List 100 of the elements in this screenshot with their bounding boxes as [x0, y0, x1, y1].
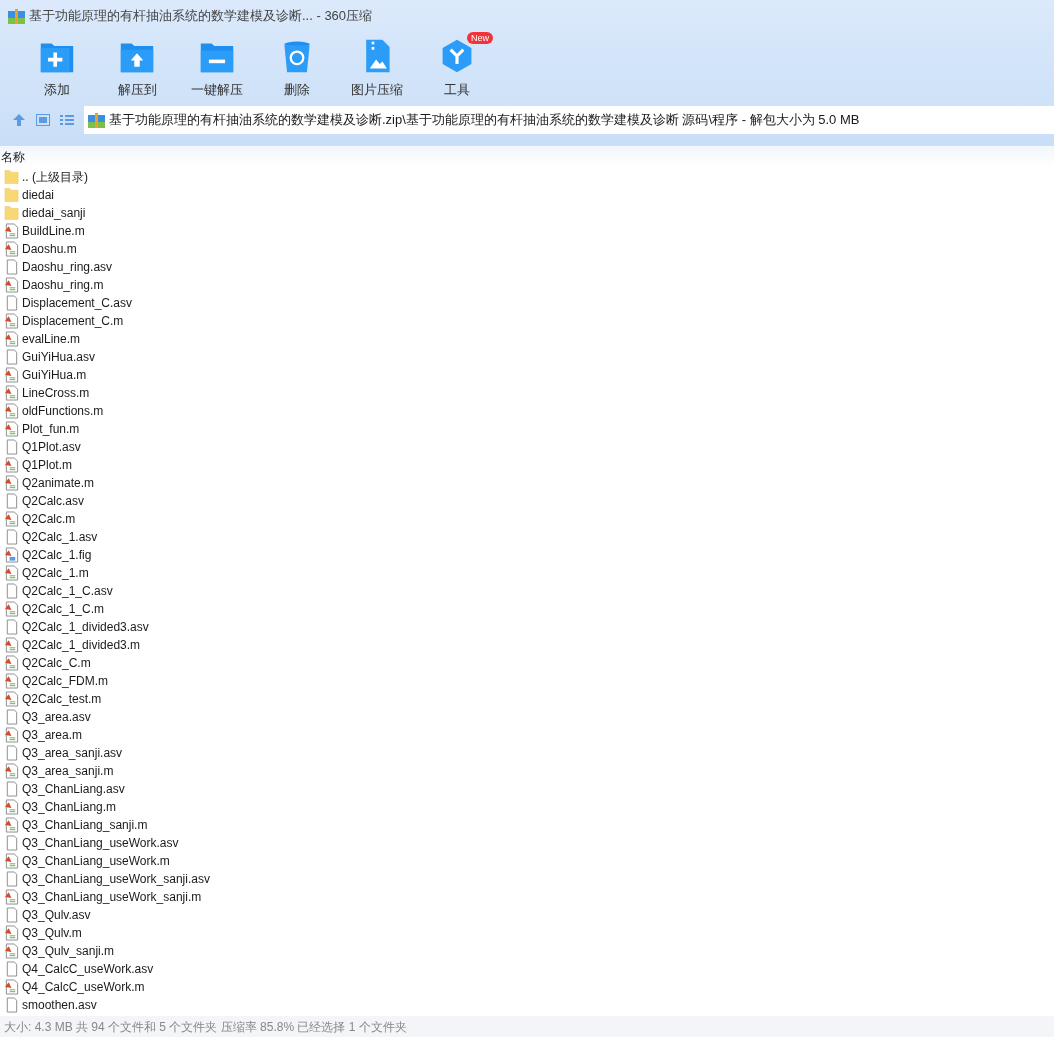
archive-icon [88, 112, 105, 128]
matlab-file-icon [4, 403, 19, 419]
window-title: 基于功能原理的有杆抽油系统的数学建模及诊断... - 360压缩 [29, 7, 373, 26]
address-bar[interactable]: 基于功能原理的有杆抽油系统的数学建模及诊断.zip\基于功能原理的有杆抽油系统的数学建模及诊断 源码\程序 - 解包大小为 5.0 MB [84, 106, 1054, 134]
up-arrow-icon[interactable] [12, 113, 26, 127]
file-name[interactable]: diedai_sanji [22, 204, 86, 222]
matlab-file-icon [4, 817, 19, 833]
blank-file-icon [4, 997, 19, 1013]
matlab-file-icon [4, 241, 19, 257]
blank-file-icon [4, 871, 19, 887]
file-name[interactable]: oldFunctions.m [22, 402, 104, 420]
file-name[interactable]: Q2Calc_1.asv [22, 528, 98, 546]
file-name[interactable]: Q3_area.asv [22, 708, 91, 726]
file-name[interactable]: Q1Plot.asv [22, 438, 81, 456]
column-title: 名称 [0, 149, 25, 166]
file-name[interactable]: Q4_CalcC_useWork.asv [22, 960, 154, 978]
folder-icon [4, 187, 19, 203]
file-name[interactable]: Q2Calc_1_C.asv [22, 582, 113, 600]
matlab-file-icon [4, 421, 19, 437]
matlab-file-icon [4, 979, 19, 995]
file-name[interactable]: smoothen.asv [22, 996, 97, 1014]
blank-file-icon [4, 529, 19, 545]
file-name[interactable]: Q2Calc_C.m [22, 654, 91, 672]
file-name[interactable]: Q3_Qulv_sanji.m [22, 942, 115, 960]
blank-file-icon [4, 583, 19, 599]
file-name[interactable]: diedai [22, 186, 55, 204]
thumbnail-view-icon[interactable] [36, 114, 50, 126]
status-bar: 大小: 4.3 MB 共 94 个文件和 5 个文件夹 压缩率 85.8% 已经选择 1 个文件夹 [0, 1016, 1054, 1037]
file-name[interactable]: Q3_area_sanji.asv [22, 744, 123, 762]
toolbar-button[interactable]: 删除 [257, 32, 337, 100]
matlab-file-icon [4, 691, 19, 707]
matlab-file-icon [4, 475, 19, 491]
matlab-file-icon [4, 925, 19, 941]
file-name[interactable]: Q2Calc_FDM.m [22, 672, 108, 690]
file-name[interactable]: Q2Calc.m [22, 510, 76, 528]
matlab-file-icon [4, 763, 19, 779]
blank-file-icon [4, 709, 19, 725]
file-name[interactable]: Q2Calc_1.fig [22, 546, 92, 564]
file-name[interactable]: Daoshu_ring.asv [22, 258, 113, 276]
matlab-file-icon [4, 223, 19, 239]
file-name[interactable]: Q3_ChanLiang.m [22, 798, 117, 816]
matlab-file-icon [4, 313, 19, 329]
file-name[interactable]: GuiYiHua.m [22, 366, 87, 384]
file-name[interactable]: Q3_Qulv.asv [22, 906, 91, 924]
file-name[interactable]: Q3_ChanLiang_useWork_sanji.m [22, 888, 202, 906]
file-name[interactable]: BuildLine.m [22, 222, 85, 240]
matlab-file-icon [4, 727, 19, 743]
file-name[interactable]: Q2Calc_1.m [22, 564, 89, 582]
matlab-file-icon [4, 637, 19, 653]
file-name[interactable]: Q3_ChanLiang_useWork.asv [22, 834, 179, 852]
file-name[interactable]: Q3_ChanLiang_useWork_sanji.asv [22, 870, 210, 888]
blank-file-icon [4, 259, 19, 275]
list-view-icon[interactable] [60, 114, 74, 126]
matlab-file-icon [4, 565, 19, 581]
file-name[interactable]: Displacement_C.asv [22, 294, 133, 312]
matlab-file-icon [4, 277, 19, 293]
blank-file-icon [4, 745, 19, 761]
toolbar-button[interactable]: 图片压缩 [337, 32, 417, 100]
toolbar-button[interactable]: 工具 New [417, 32, 497, 100]
file-name[interactable]: Q3_area.m [22, 726, 83, 744]
toolbar-button[interactable]: 解压到 [97, 32, 177, 100]
file-name[interactable]: Plot_fun.m [22, 420, 80, 438]
file-name[interactable]: Q4_CalcC_useWork.m [22, 978, 145, 996]
blank-file-icon [4, 835, 19, 851]
file-name[interactable]: Q3_ChanLiang_sanji.m [22, 816, 148, 834]
matlab-file-icon [4, 799, 19, 815]
toolbar-button[interactable]: 添加 [17, 32, 97, 100]
file-name[interactable]: LineCross.m [22, 384, 90, 402]
blank-file-icon [4, 493, 19, 509]
file-name[interactable]: Q3_ChanLiang_useWork.m [22, 852, 170, 870]
file-name[interactable]: Daoshu.m [22, 240, 77, 258]
blank-file-icon [4, 781, 19, 797]
file-name[interactable]: Q3_ChanLiang.asv [22, 780, 125, 798]
file-name[interactable]: Q3_area_sanji.m [22, 762, 114, 780]
archive-icon [8, 8, 25, 24]
file-name[interactable]: Q2Calc_test.m [22, 690, 102, 708]
matlab-file-icon [4, 331, 19, 347]
file-name[interactable]: evalLine.m [22, 330, 81, 348]
matlab-file-icon [4, 889, 19, 905]
toolbar-button[interactable]: 一键解压 [177, 32, 257, 100]
file-name[interactable]: Q2animate.m [22, 474, 95, 492]
blank-file-icon [4, 961, 19, 977]
matlab-file-icon [4, 601, 19, 617]
file-name[interactable]: Q1Plot.m [22, 456, 72, 474]
file-name[interactable]: .. (上级目录) [22, 168, 88, 186]
blank-file-icon [4, 907, 19, 923]
file-name[interactable]: Q2Calc_1_divided3.asv [22, 618, 149, 636]
file-name[interactable]: GuiYiHua.asv [22, 348, 95, 366]
figure-file-icon [4, 547, 19, 563]
matlab-file-icon [4, 943, 19, 959]
file-name[interactable]: Q3_Qulv.m [22, 924, 82, 942]
file-name[interactable]: Displacement_C.m [22, 312, 124, 330]
file-name[interactable]: Q2Calc.asv [22, 492, 85, 510]
blank-file-icon [4, 349, 19, 365]
file-name[interactable]: Q2Calc_1_divided3.m [22, 636, 141, 654]
file-name[interactable]: Q2Calc_1_C.m [22, 600, 105, 618]
folder-icon [4, 205, 19, 221]
matlab-file-icon [4, 853, 19, 869]
matlab-file-icon [4, 511, 19, 527]
file-name[interactable]: Daoshu_ring.m [22, 276, 104, 294]
